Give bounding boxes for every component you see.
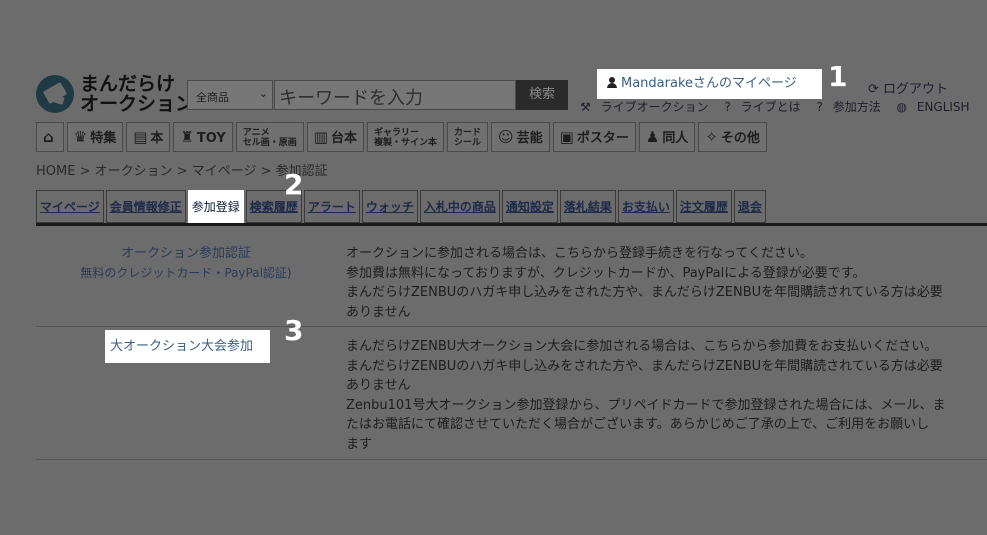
desc-line: まんだらけZENBU大オークション大会に参加される場合は、こちらから参加費をお支… [346,339,938,354]
callout-3: 3 [284,314,304,347]
question-icon: ? [816,100,823,114]
question-icon: ? [724,100,731,114]
home-icon: ⌂ [43,128,54,146]
category-entertainment[interactable]: ☺ 芸能 [491,122,550,152]
live-auction-link[interactable]: ⚒ ライブオークション [580,100,715,114]
what-is-live-link[interactable]: ? ライブとは [724,100,806,114]
tab-notification-settings[interactable]: 通知設定 [501,190,558,223]
tab-watch[interactable]: ウォッチ [361,190,418,223]
auction-auth-title: オークション参加認証 [120,246,251,261]
callout-2: 2 [284,168,304,201]
how-to-join-link[interactable]: ? 参加方法 [816,100,886,114]
open-book-icon: ▥ [313,128,328,146]
mypage-tabs: マイページ 会員情報修正 参加登録 検索履歴 アラート ウォッチ 入札中の商品 … [36,190,768,224]
tab-underline [36,223,987,226]
desc-line: ます [346,436,373,452]
category-select[interactable]: 全商品 ⌄ [187,80,273,110]
search-input[interactable]: キーワードを入力 [274,80,516,110]
people-icon: ♟ [645,128,660,146]
category-home[interactable]: ⌂ [36,122,64,152]
sub-links: ⚒ ライブオークション ? ライブとは ? 参加方法 ◍ ENGLISH [580,98,982,115]
gavel-icon: ⚒ [580,100,591,114]
logout-link[interactable]: ⟳ ログアウト [868,78,948,97]
desc-line: 参加費は無料になっておりますが、クレジットカードか、PayPalによる登録が必要… [346,265,866,281]
tab-payment[interactable]: お支払い [617,190,674,223]
logo-line2: オークション [80,93,195,115]
desc-line: ありません [346,378,411,393]
auction-auth-subtitle: 無料のクレジットカード・PayPal認証) [80,266,292,280]
tab-member-info[interactable]: 会員情報修正 [105,190,186,223]
tab-alert[interactable]: アラート [303,190,360,223]
category-anime[interactable]: アニメ セル画・原画 [235,122,304,152]
desc-line: たはお電話にて確認させていただく場合がございます。あらかじめご了承の上で、ご利用… [346,417,930,432]
tab-won-results[interactable]: 落札結果 [559,190,616,223]
mypage-link[interactable]: Mandarakeさんのマイページ [597,69,822,99]
category-card[interactable]: カード シール [446,122,488,152]
row-divider [36,459,987,460]
big-auction-description: まんだらけZENBU大オークション大会に参加される場合は、こちらから参加費をお支… [346,337,986,454]
person-icon [607,77,617,88]
desc-line: Zenbu101号大オークション参加登録から、プリペイドカードで参加登録された場… [346,397,946,413]
tab-mypage[interactable]: マイページ [36,190,104,223]
auction-auth-link[interactable]: オークション参加認証 無料のクレジットカード・PayPal認証) [36,242,336,281]
category-gallery[interactable]: ギャラリー 複製・サイン本 [366,122,444,152]
chevron-down-icon: ⌄ [258,87,268,100]
row-divider [36,326,987,327]
mask-icon: ☺ [498,128,514,146]
category-script[interactable]: ▥ 台本 [306,122,364,152]
site-logo-text[interactable]: まんだらけ オークション [80,74,194,114]
auction-auth-description: オークションに参加される場合は、こちらから登録手続きを行なってください。 参加費… [346,244,986,322]
category-select-value: 全商品 [196,91,229,104]
category-nav: ⌂ ♛ 特集 ▤ 本 ♜ TOY アニメ セル画・原画 ▥ 台本 ギャラリー 複製・サイン本… [36,122,770,152]
mypage-link-label: Mandarakeさんのマイページ [621,76,797,91]
tab-registration[interactable]: 参加登録 [187,190,244,224]
category-poster[interactable]: ▣ ポスター [552,122,636,152]
callout-1: 1 [828,60,848,93]
logout-label: ログアウト [883,82,949,97]
search-button[interactable]: 検索 [516,80,568,110]
desc-line: まんだらけZENBUのハガキ申し込みをされた方や、まんだらけZENBUを年間購読… [346,358,943,374]
tab-bidding[interactable]: 入札中の商品 [419,190,500,223]
desc-line: オークションに参加される場合は、こちらから登録手続きを行なってください。 [346,246,813,261]
desc-line: ありません [346,304,411,320]
category-doujin[interactable]: ♟ 同人 [638,122,696,152]
mandarake-logo-icon[interactable] [36,75,74,113]
refresh-icon: ⟳ [868,82,884,97]
desc-line: まんだらけZENBUのハガキ申し込みをされた方や、まんだらけZENBUを年間購読… [346,285,943,300]
big-auction-join-link[interactable]: 大オークション大会参加 [105,330,270,363]
crown-icon: ♛ [73,128,88,146]
other-icon: ✧ [705,128,718,146]
tab-order-history[interactable]: 注文履歴 [675,190,732,223]
logo-line1: まんだらけ [80,73,176,95]
book-icon: ▤ [133,128,148,146]
tab-withdraw[interactable]: 退会 [733,190,766,223]
category-other[interactable]: ✧ その他 [698,122,767,152]
robot-icon: ♜ [180,128,194,146]
poster-icon: ▣ [559,128,574,146]
english-link[interactable]: ◍ ENGLISH [897,100,976,114]
category-toy[interactable]: ♜ TOY [173,122,233,152]
category-book[interactable]: ▤ 本 [126,122,171,152]
category-feature[interactable]: ♛ 特集 [66,122,124,152]
globe-icon: ◍ [896,100,908,114]
